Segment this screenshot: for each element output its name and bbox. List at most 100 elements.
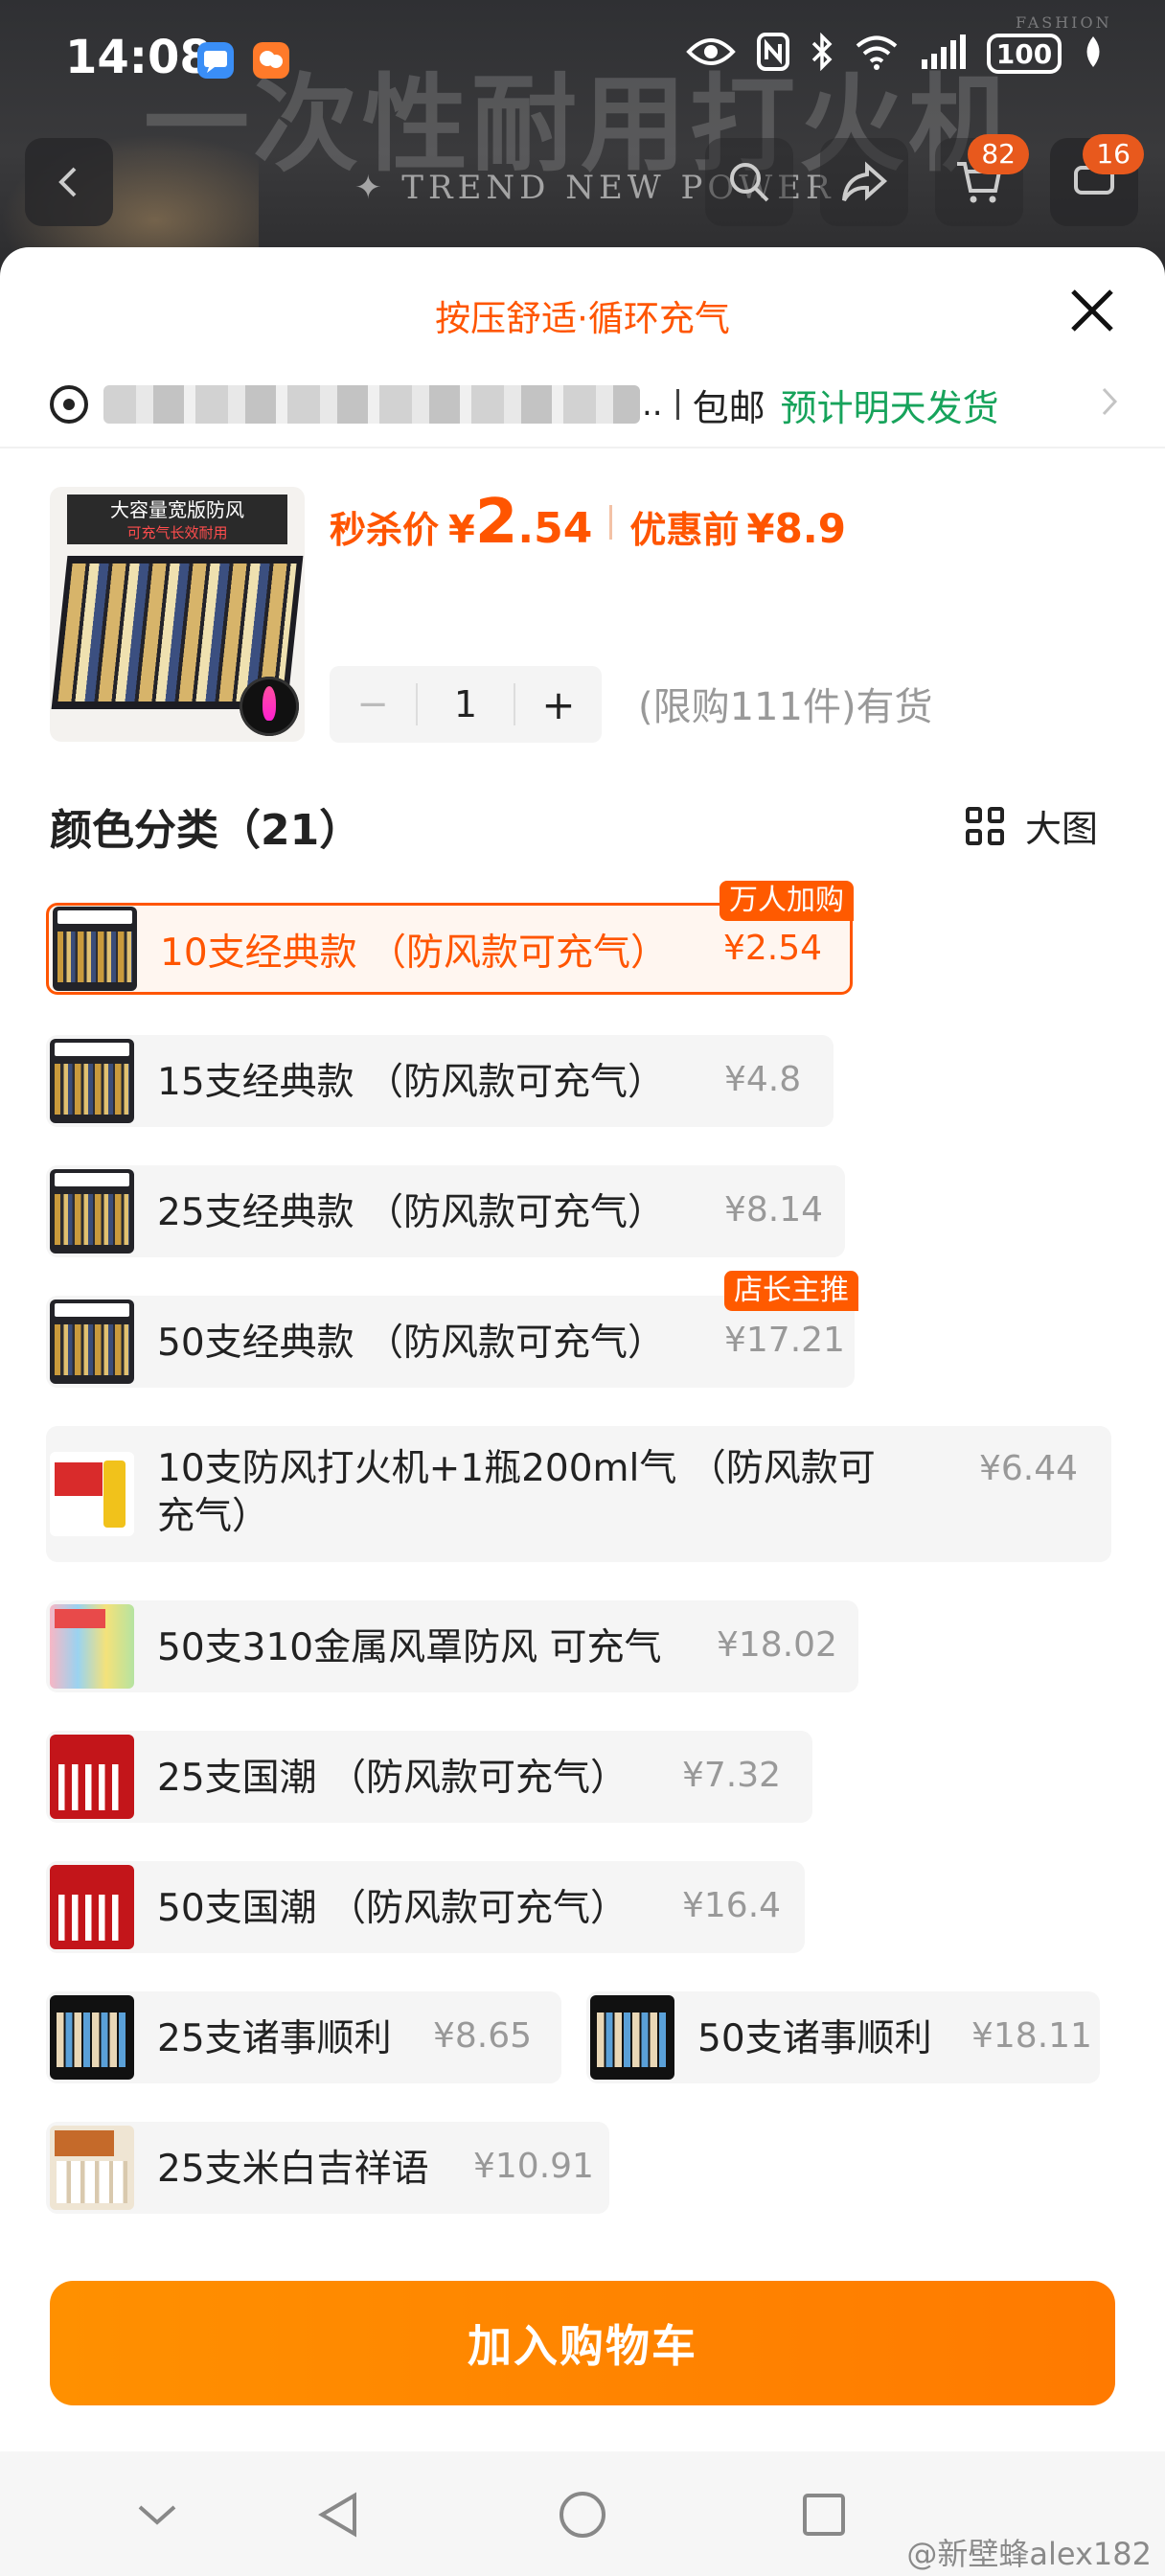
cart-button[interactable]: 82 — [935, 134, 1029, 226]
variant-name: 25支米白吉祥语 — [157, 2148, 429, 2191]
message-icon — [197, 42, 234, 79]
variant-chip[interactable]: 10支经典款 （防风款可充气） ¥2.54 万人加购 — [46, 881, 854, 995]
variant-chip[interactable]: 50支310金属风罩防风 可充气 ¥18.02 — [46, 1600, 858, 1692]
variant-chip[interactable]: 25支米白吉祥语 ¥10.91 — [46, 2122, 609, 2214]
variant-name: 50支310金属风罩防风 可充气 — [157, 1626, 662, 1669]
stock-status: (限购111件)有货 — [638, 685, 933, 729]
variant-thumbnail — [590, 1995, 674, 2080]
variant-chip[interactable]: 50支国潮 （防风款可充气） ¥16.4 — [46, 1861, 805, 1953]
close-button[interactable] — [1063, 282, 1121, 339]
wifi-icon — [855, 34, 899, 74]
thumbnail-label: 大容量宽版防风 可充气长效耐用 — [67, 494, 287, 544]
flash-sale-label: 秒杀价 — [330, 509, 440, 551]
variant-thumbnail — [50, 1039, 134, 1123]
increase-quantity-button[interactable]: + — [515, 681, 602, 728]
system-home-button[interactable] — [556, 2488, 609, 2542]
hide-keyboard-button[interactable] — [130, 2488, 184, 2542]
variant-price: ¥18.11 — [971, 2016, 1092, 2056]
variant-price: ¥10.91 — [473, 2147, 594, 2186]
flame-icon — [240, 677, 299, 736]
divider — [0, 447, 1165, 448]
circle-home-icon — [560, 2492, 605, 2538]
variant-thumbnail — [50, 1865, 134, 1949]
variant-name: 50支国潮 （防风款可充气） — [157, 1887, 628, 1930]
variant-price: ¥16.4 — [682, 1886, 782, 1925]
variant-price: ¥8.14 — [724, 1190, 824, 1230]
variant-badge: 店长主推 — [724, 1271, 858, 1311]
variant-chip[interactable]: 15支经典款 （防风款可充气） ¥4.8 — [46, 1035, 834, 1127]
close-icon — [1071, 289, 1113, 332]
variant-chip[interactable]: 25支经典款 （防风款可充气） ¥8.14 — [46, 1165, 845, 1257]
original-price: ¥8.9 — [746, 505, 846, 552]
search-button[interactable] — [705, 138, 793, 226]
variant-chip[interactable]: 10支防风打火机+1瓶200ml气 （防风款可充气） ¥6.44 — [46, 1426, 1111, 1562]
status-indicators: 100 — [686, 32, 1104, 75]
message-count-badge: 16 — [1083, 134, 1144, 174]
variant-price: ¥8.65 — [433, 2016, 533, 2056]
variant-name: 50支诸事顺利 — [697, 2017, 932, 2060]
thumbnail-label-sub: 可充气长效耐用 — [126, 524, 228, 541]
price-currency: ¥ — [448, 508, 475, 552]
bluetooth-icon — [811, 32, 834, 75]
add-to-cart-button[interactable]: 加入购物车 — [50, 2281, 1115, 2405]
variant-price: ¥6.44 — [979, 1449, 1079, 1488]
thumbnail-label-main: 大容量宽版防风 — [110, 498, 244, 521]
variant-name: 10支防风打火机+1瓶200ml气 （防风款可充气） — [157, 1447, 876, 1538]
status-time: 14:08 — [65, 31, 212, 84]
address-separator — [675, 389, 679, 420]
big-view-toggle[interactable]: 大图 — [965, 799, 1098, 852]
square-recents-icon — [803, 2494, 845, 2536]
search-icon — [730, 163, 769, 202]
chevron-right-icon — [1100, 385, 1119, 426]
variant-thumbnail — [50, 1604, 134, 1689]
chevron-down-icon — [138, 2505, 176, 2525]
product-thumbnail[interactable]: 大容量宽版防风 可充气长效耐用 — [50, 487, 305, 742]
system-recents-button[interactable] — [797, 2488, 851, 2542]
delivery-eta: 预计明天发货 — [780, 386, 999, 429]
address-ellipsis: .. — [642, 385, 663, 424]
share-button[interactable] — [820, 138, 908, 226]
variant-thumbnail — [50, 1452, 134, 1536]
price-row: 秒杀价 ¥ 2 .54 优惠前 ¥8.9 — [330, 487, 846, 558]
variant-name: 50支经典款 （防风款可充气） — [157, 1322, 666, 1365]
triangle-back-icon — [318, 2492, 356, 2538]
variant-price: ¥7.32 — [682, 1756, 782, 1795]
variant-price: ¥18.02 — [717, 1625, 837, 1665]
variant-thumbnail — [53, 907, 137, 991]
variant-price: ¥2.54 — [723, 929, 823, 968]
variant-price: ¥4.8 — [724, 1060, 802, 1099]
variant-thumbnail — [50, 1300, 134, 1384]
delivery-address-row[interactable]: .. 包邮 预计明天发货 — [50, 366, 1119, 443]
variant-thumbnail — [50, 2126, 134, 2210]
variant-name: 25支诸事顺利 — [157, 2017, 392, 2060]
decrease-quantity-button[interactable]: − — [330, 682, 416, 726]
system-back-button[interactable] — [312, 2488, 366, 2542]
variant-thumbnail — [50, 1735, 134, 1819]
address-text-blurred — [103, 385, 640, 424]
variants-title: 颜色分类（21） — [50, 806, 362, 855]
variant-thumbnail — [50, 1995, 134, 2080]
variant-name: 25支国潮 （防风款可充气） — [157, 1757, 628, 1800]
variant-name: 25支经典款 （防风款可充气） — [157, 1191, 666, 1234]
variant-chip[interactable]: 25支诸事顺利 ¥8.65 — [46, 1991, 561, 2083]
signal-icon — [920, 34, 966, 73]
variant-price: ¥17.21 — [724, 1321, 845, 1360]
variant-chip[interactable]: 25支国潮 （防风款可充气） ¥7.32 — [46, 1731, 812, 1823]
chat-app-icon — [253, 42, 289, 79]
nfc-icon — [757, 33, 789, 75]
variant-chip[interactable]: 50支诸事顺利 ¥18.11 — [586, 1991, 1100, 2083]
price-separator — [609, 505, 613, 540]
back-button[interactable] — [25, 138, 113, 226]
sku-sheet: 按压舒适·循环充气 .. 包邮 预计明天发货 大容量宽版防风 可充气长效耐用 秒… — [0, 247, 1165, 2451]
cart-count-badge: 82 — [968, 134, 1029, 174]
sheet-title: 按压舒适·循环充气 — [435, 298, 730, 339]
location-pin-icon — [50, 385, 88, 424]
variant-name: 10支经典款 （防风款可充气） — [160, 932, 669, 975]
variant-chip[interactable]: 50支经典款 （防风款可充气） ¥17.21 店长主推 — [46, 1271, 858, 1388]
grid-icon — [965, 806, 1004, 845]
messages-button[interactable]: 16 — [1050, 134, 1144, 226]
battery-indicator: 100 — [987, 34, 1062, 74]
quantity-value[interactable]: 1 — [416, 683, 515, 725]
share-icon — [842, 161, 888, 202]
big-view-label: 大图 — [1024, 808, 1098, 850]
